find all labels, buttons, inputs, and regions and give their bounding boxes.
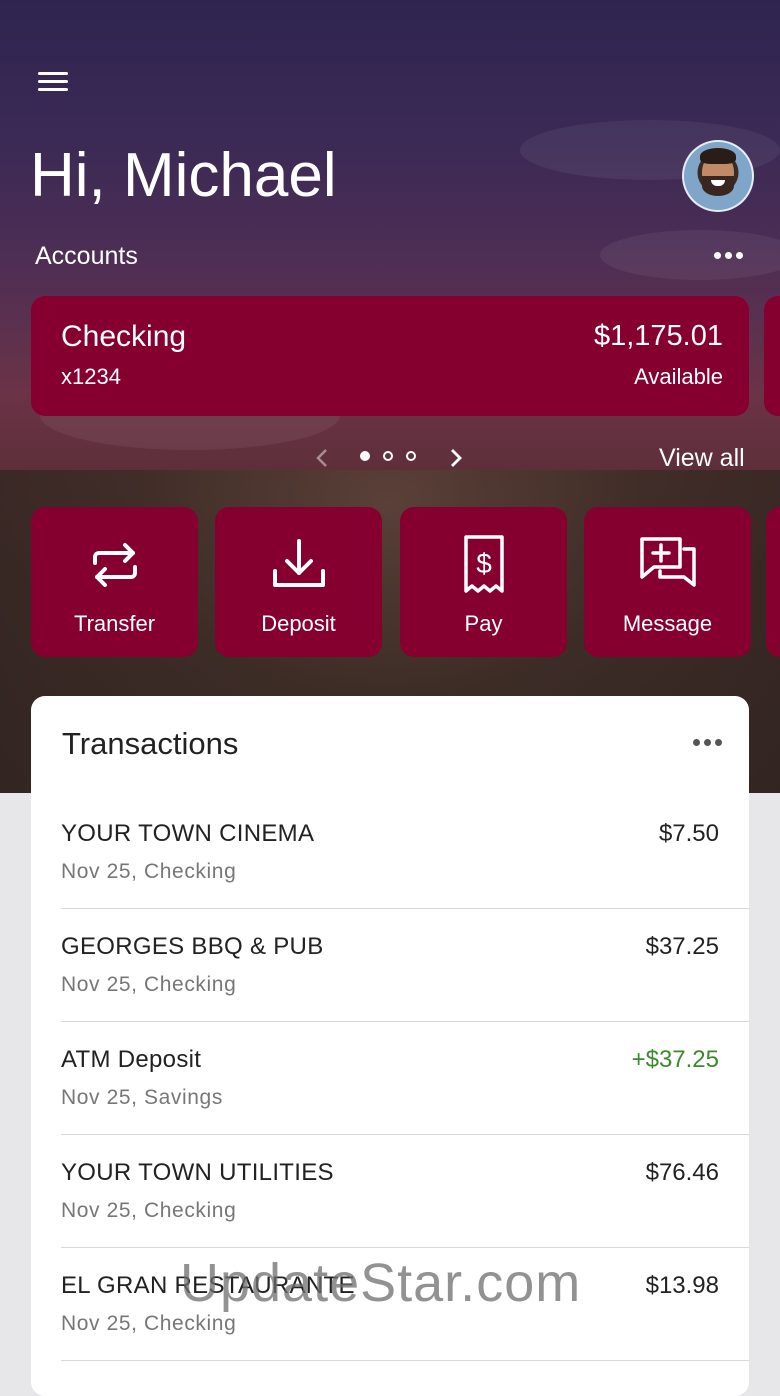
greeting: Hi, Michael bbox=[30, 141, 337, 210]
account-balance-label: Available bbox=[634, 364, 723, 389]
pay-button[interactable]: $ Pay bbox=[400, 507, 567, 657]
transaction-date-account: Nov 25, Checking bbox=[61, 860, 237, 883]
transaction-name: ATM Deposit bbox=[61, 1046, 202, 1073]
message-label: Message bbox=[622, 611, 713, 636]
transaction-name: GEORGES BBQ & PUB bbox=[61, 933, 324, 960]
transactions-panel: Transactions YOUR TOWN CINEMA Nov 25, Ch… bbox=[31, 696, 749, 1396]
transaction-row[interactable]: ATM Deposit Nov 25, Savings +$37.25 bbox=[61, 1022, 749, 1135]
transaction-amount: $13.98 bbox=[645, 1272, 719, 1299]
action-next[interactable] bbox=[766, 507, 780, 657]
accounts-more-icon[interactable] bbox=[712, 246, 752, 266]
account-balance: $1,175.01 bbox=[593, 320, 723, 352]
pager-dot-1[interactable] bbox=[360, 451, 370, 461]
view-all-link[interactable]: View all bbox=[659, 444, 745, 473]
message-icon bbox=[639, 537, 696, 587]
message-button[interactable]: Message bbox=[584, 507, 751, 657]
transaction-row[interactable]: YOUR TOWN UTILITIES Nov 25, Checking $76… bbox=[61, 1135, 749, 1248]
transaction-amount: +$37.25 bbox=[631, 1046, 719, 1073]
transaction-amount: $76.46 bbox=[645, 1159, 719, 1186]
transaction-amount: $37.25 bbox=[645, 933, 719, 960]
pager-dot-3[interactable] bbox=[406, 451, 416, 461]
transaction-row[interactable]: EL GRAN RESTAURANTE Nov 25, Checking $13… bbox=[61, 1248, 749, 1361]
pay-label: Pay bbox=[464, 611, 503, 636]
accounts-label: Accounts bbox=[35, 242, 138, 270]
transaction-row[interactable]: GEORGES BBQ & PUB Nov 25, Checking $37.2… bbox=[61, 909, 749, 1022]
svg-text:$: $ bbox=[476, 548, 492, 579]
transaction-date-account: Nov 25, Checking bbox=[61, 1199, 237, 1222]
transfer-label: Transfer bbox=[73, 611, 156, 636]
transaction-name: YOUR TOWN UTILITIES bbox=[61, 1159, 334, 1186]
transaction-row[interactable]: YOUR TOWN CINEMA Nov 25, Checking $7.50 bbox=[61, 796, 749, 909]
account-name: Checking bbox=[61, 320, 187, 353]
deposit-button[interactable]: Deposit bbox=[215, 507, 382, 657]
transaction-amount: $7.50 bbox=[658, 820, 719, 847]
deposit-icon bbox=[272, 539, 325, 587]
transactions-title: Transactions bbox=[62, 726, 239, 761]
menu-icon[interactable] bbox=[34, 68, 72, 100]
pager-dot-2[interactable] bbox=[383, 451, 393, 461]
account-card-checking[interactable]: Checking x1234 $1,175.01 Available bbox=[31, 296, 749, 416]
transaction-name: EL GRAN RESTAURANTE bbox=[61, 1272, 355, 1299]
transaction-date-account: Nov 25, Savings bbox=[61, 1086, 223, 1109]
transfer-icon bbox=[92, 543, 137, 587]
transaction-name: YOUR TOWN CINEMA bbox=[61, 820, 315, 847]
transfer-button[interactable]: Transfer bbox=[31, 507, 198, 657]
account-card-next[interactable] bbox=[764, 296, 780, 416]
transactions-more-icon[interactable] bbox=[691, 734, 731, 750]
account-pager bbox=[310, 442, 470, 474]
deposit-label: Deposit bbox=[261, 611, 336, 636]
avatar[interactable] bbox=[682, 140, 754, 212]
transaction-date-account: Nov 25, Checking bbox=[61, 973, 237, 996]
transaction-date-account: Nov 25, Checking bbox=[61, 1312, 237, 1335]
pay-icon: $ bbox=[463, 535, 504, 593]
account-number: x1234 bbox=[61, 364, 121, 389]
chevron-left-icon[interactable] bbox=[310, 442, 334, 474]
chevron-right-icon[interactable] bbox=[444, 442, 468, 474]
